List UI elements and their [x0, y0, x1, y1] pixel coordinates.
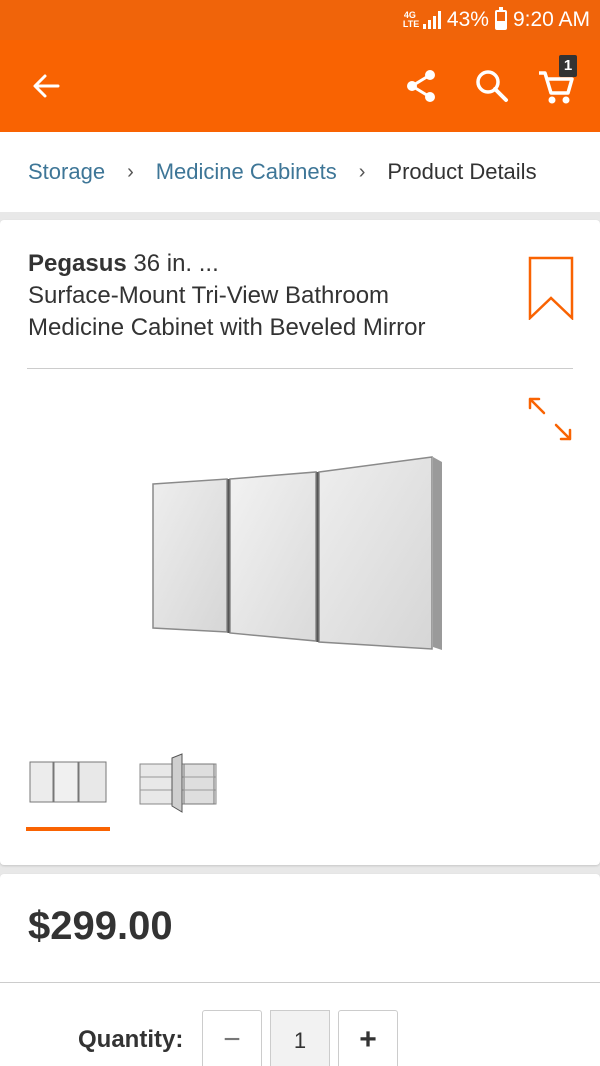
- product-brand: Pegasus: [28, 250, 127, 277]
- breadcrumb-product-details: Product Details: [387, 159, 537, 184]
- product-price: $299.00: [28, 904, 173, 948]
- product-title-line3: Medicine Cabinet with Beveled Mirror: [28, 314, 426, 341]
- selected-thumbnail-indicator: [26, 827, 110, 831]
- thumbnail-cabinet-open[interactable]: [136, 750, 220, 816]
- search-icon[interactable]: [474, 68, 510, 104]
- breadcrumb-separator: ›: [127, 160, 134, 183]
- price-divider: [0, 982, 600, 983]
- breadcrumb-storage[interactable]: Storage: [28, 159, 105, 185]
- expand-icon[interactable]: [526, 395, 574, 443]
- quantity-label: Quantity:: [78, 1026, 184, 1053]
- breadcrumb-medicine-cabinets[interactable]: Medicine Cabinets: [156, 159, 337, 185]
- bookmark-icon[interactable]: [528, 256, 574, 320]
- price-card: $299.00 Quantity: − 1 +: [0, 874, 600, 1066]
- quantity-increase-button[interactable]: +: [338, 1010, 398, 1066]
- product-card: Pegasus 36 in. ... Surface-Mount Tri-Vie…: [0, 220, 600, 865]
- quantity-input[interactable]: 1: [270, 1010, 330, 1066]
- product-title-size: 36 in. ...: [126, 250, 219, 277]
- signal-icon: [422, 11, 441, 29]
- thumbnail-cabinet-closed[interactable]: [26, 750, 110, 816]
- quantity-decrease-button[interactable]: −: [202, 1010, 262, 1066]
- product-image[interactable]: [150, 452, 445, 657]
- title-divider: [27, 368, 573, 369]
- cart-count-badge: 1: [559, 55, 577, 77]
- app-bar: 1: [0, 40, 600, 132]
- network-type: 4G LTE: [402, 10, 420, 29]
- battery-icon: [494, 7, 507, 30]
- product-title: Pegasus 36 in. ... Surface-Mount Tri-Vie…: [28, 248, 498, 344]
- status-bar: 4G LTE 43% 9:20 AM: [0, 0, 600, 40]
- share-icon[interactable]: [403, 68, 439, 104]
- clock: 9:20 AM: [512, 8, 590, 31]
- battery-percent: 43%: [446, 8, 489, 31]
- back-arrow-icon[interactable]: [30, 70, 62, 102]
- breadcrumb: Storage › Medicine Cabinets › Product De…: [0, 132, 600, 212]
- product-title-line2: Surface-Mount Tri-View Bathroom: [28, 282, 390, 309]
- breadcrumb-separator: ›: [358, 160, 366, 183]
